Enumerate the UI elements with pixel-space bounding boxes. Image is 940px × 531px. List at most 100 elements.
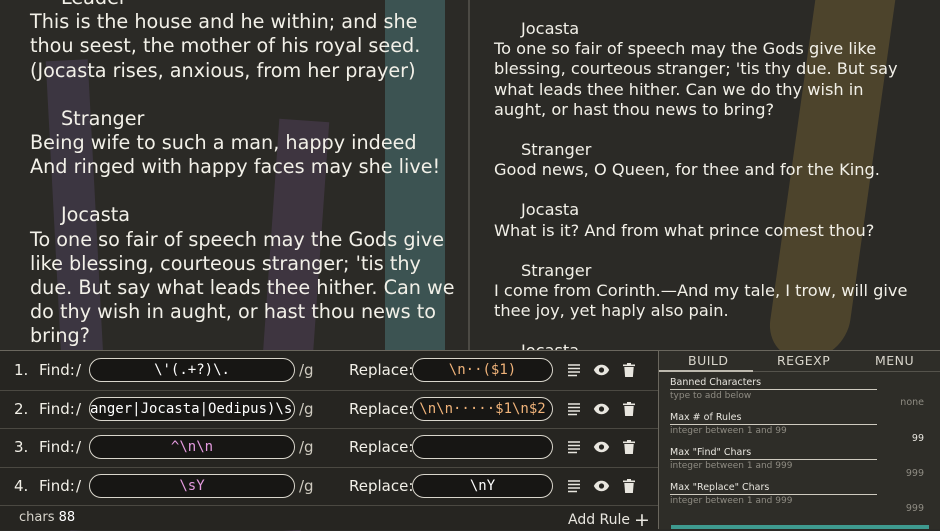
list-icon[interactable]: [565, 438, 583, 456]
speech-text: This is the house and he within; and she…: [30, 10, 421, 82]
tab-menu[interactable]: MENU: [875, 353, 914, 368]
rule-number: 1.: [14, 361, 29, 380]
replace-input[interactable]: \nY: [412, 473, 553, 498]
find-label: Find:: [39, 476, 75, 495]
field-max-find-chars[interactable]: Max "Find" Chars integer between 1 and 9…: [670, 447, 940, 479]
flag-label: /g: [299, 361, 314, 380]
speech-block: Jocasta What is it? And from what prince…: [494, 200, 940, 240]
rule-number: 4.: [14, 476, 29, 495]
speaker-name: Jocasta: [521, 19, 580, 38]
field-hint: integer between 1 and 99: [670, 426, 787, 436]
speaker-name: Stranger: [61, 106, 145, 130]
list-icon[interactable]: [565, 361, 583, 379]
replace-input[interactable]: [412, 435, 553, 460]
slash-label: /: [76, 399, 82, 418]
rules-footer: chars 88 Add Rule +: [0, 506, 658, 531]
rules-editor: 1. Find: / \'(.+?)\. /g Replace: \n··($1…: [0, 350, 658, 531]
speech-text: I come from Corinth.—And my tale, I trow…: [494, 281, 908, 321]
flag-label: /g: [299, 438, 314, 457]
speech-block: Leader This is the house and he within; …: [30, 0, 468, 83]
field-label: Max "Replace" Chars: [670, 482, 770, 493]
field-underline: [670, 494, 877, 495]
replace-pattern: \nY: [469, 477, 496, 494]
trash-icon[interactable]: [620, 361, 638, 379]
find-input[interactable]: \'(.+?)\.: [89, 358, 295, 383]
field-value: 999: [905, 503, 924, 514]
field-value: 999: [905, 468, 924, 479]
replace-pattern: \n\n·····$1\n$2: [419, 400, 546, 417]
speech-block: Stranger Good news, O Queen, for thee an…: [494, 140, 940, 180]
speech-block: Jocasta To one so fair of speech may the…: [30, 203, 468, 348]
replace-input[interactable]: \n\n·····$1\n$2: [412, 396, 553, 421]
plus-icon: +: [634, 509, 650, 531]
trash-icon[interactable]: [620, 477, 638, 495]
find-label: Find:: [39, 438, 75, 457]
reader-left-pane[interactable]: Leader This is the house and he within; …: [0, 0, 468, 350]
replace-label: Replace:: [349, 476, 414, 495]
eye-icon[interactable]: [592, 400, 610, 418]
speech-text: To one so fair of speech may the Gods gi…: [494, 39, 898, 119]
replace-label: Replace:: [349, 399, 414, 418]
find-pattern: \'(.+?)\.: [154, 362, 230, 379]
field-value: none: [900, 397, 924, 408]
list-icon[interactable]: [565, 400, 583, 418]
slash-label: /: [76, 438, 82, 457]
rule-row: 1. Find: / \'(.+?)\. /g Replace: \n··($1…: [0, 351, 658, 391]
field-underline: [670, 459, 877, 460]
field-banned-characters[interactable]: Banned Characters type to add below none: [670, 377, 940, 408]
eye-icon[interactable]: [592, 477, 610, 495]
chars-counter: chars 88: [19, 510, 75, 525]
replace-label: Replace:: [349, 438, 414, 457]
find-input[interactable]: ^\n\n: [89, 435, 295, 460]
eye-icon[interactable]: [592, 361, 610, 379]
rule-row: 3. Find: / ^\n\n /g Replace:: [0, 428, 658, 468]
speaker-name: Stranger: [521, 260, 592, 280]
field-label: Max # of Rules: [670, 412, 742, 423]
active-tab-indicator: [659, 370, 753, 372]
field-hint: integer between 1 and 999: [670, 496, 793, 506]
field-underline: [670, 424, 877, 425]
find-pattern: anger|Jocasta|Oedipus)\s(: [90, 400, 295, 417]
tab-build[interactable]: BUILD: [688, 353, 729, 368]
speech-block: Stranger I come from Corinth.—And my tal…: [494, 261, 940, 322]
find-input[interactable]: \sY: [89, 473, 295, 498]
rule-number: 3.: [14, 438, 29, 457]
slash-label: /: [76, 361, 82, 380]
rule-row: 2. Find: / anger|Jocasta|Oedipus)\s( /g …: [0, 390, 658, 429]
field-value: 99: [911, 433, 924, 444]
find-label: Find:: [39, 361, 75, 380]
field-label: Max "Find" Chars: [670, 447, 752, 458]
add-rule-label: Add Rule: [568, 512, 631, 528]
field-label: Banned Characters: [670, 377, 762, 388]
speech-block: Jocasta To one so fair of speech may the…: [494, 19, 940, 120]
panel-scroll-indicator: [671, 525, 929, 529]
chars-label: chars: [19, 510, 55, 525]
rule-row: 4. Find: / \sY /g Replace: \nY: [0, 467, 658, 506]
tab-regexp[interactable]: REGEXP: [777, 353, 830, 368]
rule-number: 2.: [14, 399, 29, 418]
find-pattern: ^\n\n: [170, 439, 214, 456]
eye-icon[interactable]: [592, 438, 610, 456]
speaker-name: Jocasta: [494, 341, 940, 350]
find-pattern: \sY: [179, 477, 205, 494]
reader-right-pane[interactable]: Jocasta To one so fair of speech may the…: [470, 0, 940, 350]
field-max-rules[interactable]: Max # of Rules integer between 1 and 99 …: [670, 412, 940, 444]
flag-label: /g: [299, 399, 314, 418]
find-label: Find:: [39, 399, 75, 418]
trash-icon[interactable]: [620, 438, 638, 456]
field-max-replace-chars[interactable]: Max "Replace" Chars integer between 1 an…: [670, 482, 940, 514]
trash-icon[interactable]: [620, 400, 638, 418]
speech-block: Stranger Being wife to such a man, happy…: [30, 107, 468, 180]
speaker-name: Leader: [30, 0, 468, 10]
slash-label: /: [76, 476, 82, 495]
list-icon[interactable]: [565, 477, 583, 495]
replace-input[interactable]: \n··($1): [412, 358, 553, 383]
add-rule-button[interactable]: Add Rule +: [568, 509, 650, 531]
speech-text: Good news, O Queen, for thee and for the…: [494, 160, 880, 180]
speech-text: What is it? And from what prince comest …: [494, 220, 875, 240]
flag-label: /g: [299, 476, 314, 495]
speaker-name: Stranger: [521, 140, 592, 160]
chars-count: 88: [58, 510, 76, 525]
find-input[interactable]: anger|Jocasta|Oedipus)\s(: [89, 396, 295, 421]
field-underline: [670, 389, 877, 390]
